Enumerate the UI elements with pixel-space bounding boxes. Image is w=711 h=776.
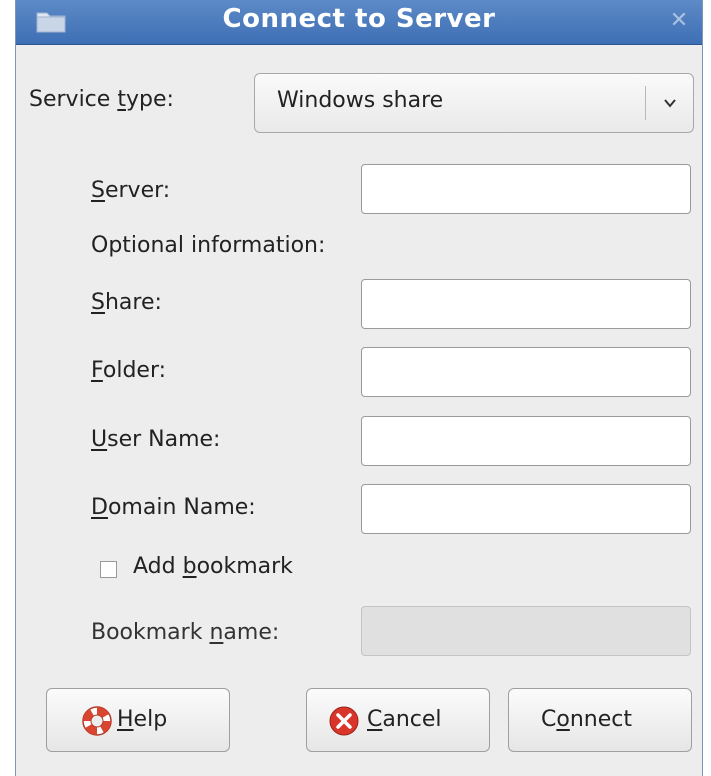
window-title: Connect to Server xyxy=(222,4,496,34)
close-button[interactable]: ✕ xyxy=(664,8,694,34)
user-name-input[interactable] xyxy=(361,416,691,466)
user-name-label: User Name: xyxy=(91,427,221,452)
cancel-button[interactable]: Cancel xyxy=(306,688,490,752)
domain-name-label: Domain Name: xyxy=(91,495,256,520)
add-bookmark-checkbox[interactable] xyxy=(100,561,117,578)
share-label: Share: xyxy=(91,290,162,315)
server-input[interactable] xyxy=(361,164,691,214)
combo-separator xyxy=(645,86,646,120)
connect-button[interactable]: Connect xyxy=(508,688,692,752)
server-label: Server: xyxy=(91,178,171,203)
title-bar[interactable]: Connect to Server ✕ xyxy=(16,0,702,45)
folder-label: Folder: xyxy=(91,358,167,383)
service-type-label: Service type: xyxy=(29,87,174,112)
domain-name-input[interactable] xyxy=(361,484,691,534)
share-input[interactable] xyxy=(361,279,691,329)
add-bookmark-label[interactable]: Add bookmark xyxy=(133,554,293,579)
lifebuoy-icon xyxy=(82,706,112,736)
connect-button-label: Connect xyxy=(541,707,632,732)
cancel-icon xyxy=(329,706,359,736)
service-type-select[interactable]: Windows share xyxy=(254,73,694,133)
bookmark-name-input[interactable] xyxy=(361,606,691,656)
help-button-label: Help xyxy=(117,707,168,732)
folder-input[interactable] xyxy=(361,347,691,397)
connect-to-server-dialog: Connect to Server ✕ Service type: Window… xyxy=(15,0,703,776)
service-type-value: Windows share xyxy=(277,88,444,113)
screen-background: Connect to Server ✕ Service type: Window… xyxy=(0,0,711,776)
optional-information-heading: Optional information: xyxy=(91,233,326,258)
chevron-down-icon xyxy=(664,99,676,108)
help-button[interactable]: Help xyxy=(46,688,230,752)
bookmark-name-label: Bookmark name: xyxy=(91,620,280,645)
cancel-button-label: Cancel xyxy=(367,707,442,732)
